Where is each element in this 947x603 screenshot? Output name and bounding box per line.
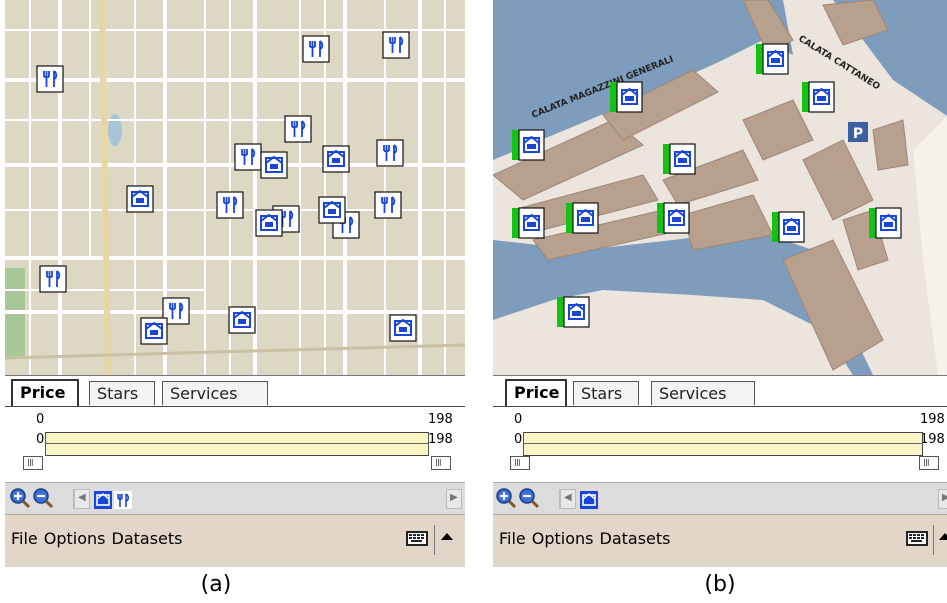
zoom-out-icon[interactable] [518,487,540,509]
restaurant-layer-icon[interactable] [114,491,132,509]
range-high-value: 198 [428,432,453,447]
filter-tabs: Price Stars Services [493,375,947,411]
tab-price[interactable]: Price [505,379,567,406]
sip-up-arrow-icon[interactable] [441,533,453,540]
street-map[interactable] [5,0,465,375]
menu-bar: File Options Datasets [493,514,947,567]
zoom-in-icon[interactable] [9,487,31,509]
hotel-marker[interactable] [662,143,696,175]
hotel-layer-icon[interactable] [94,491,112,509]
range-low-handle[interactable]: III [23,456,43,470]
restaurant-marker[interactable] [36,65,64,93]
menu-bar: File Options Datasets [5,514,465,567]
menu-datasets[interactable]: Datasets [600,529,671,548]
keyboard-icon[interactable] [405,529,429,549]
range-low-handle[interactable]: III [510,456,530,470]
zoom-out-icon[interactable] [32,487,54,509]
map-view[interactable]: P CALATA MAGAZZINI GENERALI CALATA CATTA… [493,0,947,375]
filter-tabs: Price Stars Services [5,375,465,411]
map-toolbar: ◀ ▶ [5,482,465,515]
hotel-marker[interactable] [868,207,902,239]
range-max-label: 198 [428,412,453,427]
hotel-marker[interactable] [140,317,168,345]
range-min-label: 0 [36,412,45,427]
hotel-marker[interactable] [656,202,690,234]
scroll-right-arrow[interactable]: ▶ [446,489,462,509]
caption-b: (b) [704,572,736,597]
range-bar [45,432,429,456]
hotel-marker[interactable] [755,43,789,75]
layer-scrollbar[interactable]: ◀ ▶ [73,489,462,509]
harbor-map[interactable]: P CALATA MAGAZZINI GENERALI CALATA CATTA… [493,0,947,375]
parking-label: P [853,126,863,142]
hotel-marker[interactable] [322,145,350,173]
range-max-label: 198 [920,412,945,427]
app-screen-a: Price Stars Services 0 198 0 198 III III… [5,0,465,572]
caption-a: (a) [200,572,232,597]
restaurant-marker[interactable] [234,143,262,171]
hotel-marker[interactable] [255,209,283,237]
hotel-marker[interactable] [511,207,545,239]
restaurant-marker[interactable] [216,191,244,219]
hotel-marker[interactable] [511,129,545,161]
tab-services[interactable]: Services [162,381,268,405]
hotel-marker[interactable] [389,314,417,342]
menu-file[interactable]: File [499,529,526,548]
hotel-layer-icon[interactable] [580,491,598,509]
hotel-marker[interactable] [801,81,835,113]
range-bar [523,432,923,456]
menu-options[interactable]: Options [532,529,594,548]
range-low-value: 0 [514,432,523,447]
hotel-marker[interactable] [228,306,256,334]
zoom-in-icon[interactable] [495,487,517,509]
restaurant-marker[interactable] [382,31,410,59]
map-view[interactable] [5,0,465,375]
app-screen-b: P CALATA MAGAZZINI GENERALI CALATA CATTA… [493,0,947,572]
hotel-marker[interactable] [126,185,154,213]
tab-services[interactable]: Services [651,381,755,405]
price-range-filter: 0 198 0 198 III III [493,410,947,482]
scroll-left-arrow[interactable]: ◀ [74,489,90,509]
layer-scrollbar[interactable]: ◀ ▶ [559,489,947,509]
scroll-right-arrow[interactable]: ▶ [938,489,947,509]
hotel-marker[interactable] [609,81,643,113]
restaurant-marker[interactable] [376,139,404,167]
range-high-handle[interactable]: III [431,456,451,470]
range-low-value: 0 [36,432,45,447]
hotel-marker[interactable] [565,202,599,234]
hotel-marker[interactable] [771,211,805,243]
map-toolbar: ◀ ▶ [493,482,947,515]
hotel-marker[interactable] [318,196,346,224]
range-min-label: 0 [514,412,523,427]
menu-file[interactable]: File [11,529,38,548]
tab-stars[interactable]: Stars [573,381,639,405]
menu-datasets[interactable]: Datasets [112,529,183,548]
price-range-filter: 0 198 0 198 III III [5,410,465,482]
tab-stars[interactable]: Stars [89,381,155,405]
restaurant-marker[interactable] [284,115,312,143]
sip-up-arrow-icon[interactable] [939,533,947,540]
keyboard-icon[interactable] [905,529,929,549]
menu-options[interactable]: Options [44,529,106,548]
scroll-left-arrow[interactable]: ◀ [560,489,576,509]
restaurant-marker[interactable] [39,265,67,293]
tab-price[interactable]: Price [11,379,79,406]
restaurant-marker[interactable] [374,191,402,219]
hotel-marker[interactable] [260,151,288,179]
range-high-handle[interactable]: III [919,456,939,470]
range-high-value: 198 [920,432,945,447]
hotel-marker[interactable] [556,296,590,328]
restaurant-marker[interactable] [302,35,330,63]
